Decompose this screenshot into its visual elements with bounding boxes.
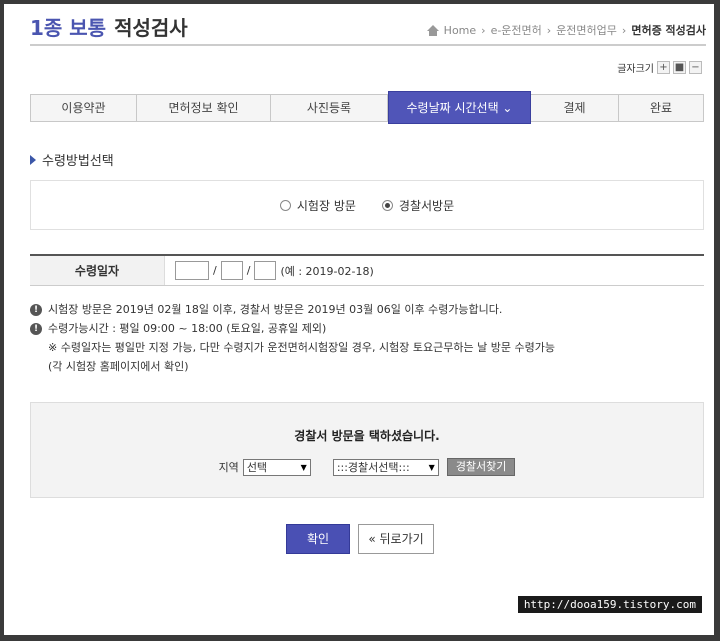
breadcrumb-item[interactable]: e-운전면허 [491,22,542,38]
step-tabs: 이용약관 면허정보 확인 사진등록 수령날짜 시간선택 ⌄ 결제 완료 [30,91,704,124]
notice-detail: (각 시험장 홈페이지에서 확인) [48,360,189,373]
exclamation-icon: ! [30,322,42,335]
year-input[interactable] [175,261,209,280]
breadcrumb-sep-icon: › [621,23,627,37]
font-size-label: 글자크기 [617,64,654,75]
find-police-station-button[interactable]: 경찰서찾기 [446,458,516,476]
font-decrease-button[interactable]: − [689,61,702,74]
font-reset-button[interactable]: ■ [673,61,686,74]
breadcrumb-home[interactable]: Home [444,24,476,37]
section-title-text: 수령방법선택 [42,154,114,169]
month-input[interactable] [220,261,243,280]
dropdown-arrow-icon: ▼ [300,462,307,472]
step-complete[interactable]: 완료 [619,95,703,121]
step-payment[interactable]: 결제 [531,95,619,121]
radio-label-test-site: 시험장 방문 [296,198,356,213]
breadcrumb: Home › e-운전면허 › 운전면허업무 › 면허증 적성검사 [426,22,706,38]
notice-item: ! 수령가능시간 : 평일 09:00 ~ 18:00 (토요일, 공휴일 제외… [30,319,704,338]
region-select-value: 선택 [246,460,268,474]
license-type: 1종 보통 [30,16,107,40]
notice-text: 수령가능시간 : 평일 09:00 ~ 18:00 (토요일, 공휴일 제외) [48,322,327,335]
step-photo[interactable]: 사진등록 [271,95,388,121]
day-input[interactable] [254,261,277,280]
visit-title: 경찰서 방문을 택하셨습니다. [294,429,440,443]
breadcrumb-sep-icon: › [546,23,552,37]
step-terms[interactable]: 이용약관 [31,95,137,121]
notice-list: ! 시험장 방문은 2019년 02월 18일 이후, 경찰서 방문은 2019… [30,300,704,376]
radio-police[interactable] [381,199,393,211]
pickup-date-row: 수령일자 / / (예 : 2019-02-18) [30,254,704,286]
exclamation-icon: ! [30,303,42,316]
step-license-info[interactable]: 면허정보 확인 [137,95,271,121]
font-size-control: 글자크기 + ■ − [617,60,702,75]
section-title: 수령방법선택 [30,150,114,169]
page-title-text: 적성검사 [114,16,188,40]
back-button[interactable]: « 뒤로가기 [358,524,434,554]
date-separator: / [246,264,251,277]
notice-text: 시험장 방문은 2019년 02월 18일 이후, 경찰서 방문은 2019년 … [48,303,503,316]
header-divider [30,44,706,46]
action-buttons: 확인 « 뒤로가기 [0,524,720,554]
step-pickup-date[interactable]: 수령날짜 시간선택 ⌄ [388,91,531,124]
visit-controls: 지역 선택 ▼ :::경찰서선택::: ▼ 경찰서찾기 [31,458,703,476]
pickup-date-label: 수령일자 [30,256,165,285]
date-fields: / / (예 : 2019-02-18) [165,256,374,285]
chevron-right-icon [30,154,36,165]
home-icon [426,24,439,36]
notice-item: ! 시험장 방문은 2019년 02월 18일 이후, 경찰서 방문은 2019… [30,300,704,319]
pickup-method-box: 시험장 방문 경찰서방문 [30,180,704,230]
breadcrumb-sep-icon: › [481,23,486,37]
police-visit-box: 경찰서 방문을 택하셨습니다. 지역 선택 ▼ :::경찰서선택::: ▼ 경찰… [30,402,704,498]
police-station-select[interactable]: :::경찰서선택::: ▼ [332,458,439,476]
region-label: 지역 [218,461,239,474]
radio-label-police: 경찰서방문 [398,198,455,213]
confirm-button[interactable]: 확인 [286,524,350,554]
breadcrumb-current: 면허증 적성검사 [631,24,706,37]
page-header: 1종 보통 적성검사 Home › e-운전면허 › 운전면허업무 › 면허증 적… [30,12,706,42]
font-increase-button[interactable]: + [657,61,670,74]
watermark: http://dooa159.tistory.com [517,596,702,613]
page-title: 1종 보통 적성검사 [30,12,188,41]
dropdown-arrow-icon: ▼ [428,462,435,472]
radio-option-police[interactable]: 경찰서방문 [381,197,455,214]
region-select[interactable]: 선택 ▼ [242,458,311,476]
date-separator: / [213,264,217,277]
radio-option-test-site[interactable]: 시험장 방문 [279,197,356,214]
date-example: (예 : 2019-02-18) [280,264,374,278]
breadcrumb-item[interactable]: 운전면허업무 [556,22,617,38]
notice-detail: ※ 수령일자는 평일만 지정 가능, 다만 수령지가 운전면허시험장일 경우, … [48,341,555,354]
station-select-value: :::경찰서선택::: [336,460,410,474]
radio-test-site[interactable] [279,199,291,211]
